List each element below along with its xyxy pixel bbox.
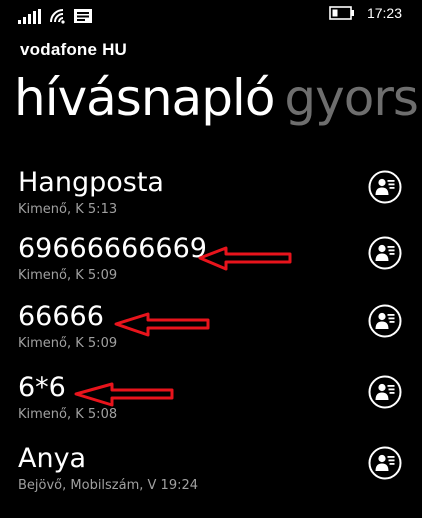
wifi-icon — [50, 9, 65, 24]
call-detail: Kimenő, K 5:09 — [18, 336, 118, 351]
contact-card-icon[interactable] — [368, 446, 402, 480]
pivot-header: hívásnapló gyors — [14, 66, 419, 130]
status-icons-left — [18, 6, 93, 24]
call-detail: Bejövő, Mobilszám, V 19:24 — [18, 478, 199, 493]
call-detail: Kimenő, K 5:13 — [18, 202, 118, 217]
message-icon — [74, 9, 92, 23]
contact-card-icon[interactable] — [368, 375, 402, 409]
carrier-name: vodafone HU — [20, 40, 128, 59]
clock: 17:23 — [366, 5, 402, 21]
call-item-number-2[interactable]: 66666 Kimenő, K 5:09 — [0, 294, 422, 360]
call-item-number-1[interactable]: 69666666669 Kimenő, K 5:09 — [0, 226, 422, 292]
call-detail: Kimenő, K 5:09 — [18, 268, 118, 283]
call-detail: Kimenő, K 5:08 — [18, 407, 118, 422]
signal-icon — [18, 9, 41, 24]
status-bar: 17:23 — [0, 0, 422, 30]
call-name: 6*6 — [18, 372, 66, 403]
battery-icon — [329, 6, 354, 20]
pivot-tab-speed-dial[interactable]: gyors — [284, 69, 419, 127]
call-name: Hangposta — [18, 167, 164, 198]
call-name: 69666666669 — [18, 233, 207, 264]
call-name: 66666 — [18, 301, 104, 332]
pivot-tab-call-history[interactable]: hívásnapló — [14, 69, 275, 127]
contact-card-icon[interactable] — [368, 236, 402, 270]
call-item-number-3[interactable]: 6*6 Kimenő, K 5:08 — [0, 365, 422, 431]
contact-card-icon[interactable] — [368, 304, 402, 338]
call-name: Anya — [18, 443, 87, 474]
call-item-contact-anya[interactable]: Anya Bejövő, Mobilszám, V 19:24 — [0, 436, 422, 502]
contact-card-icon[interactable] — [368, 170, 402, 204]
status-icons-right: 17:23 — [329, 5, 402, 21]
call-item-voicemail[interactable]: Hangposta Kimenő, K 5:13 — [0, 160, 422, 226]
